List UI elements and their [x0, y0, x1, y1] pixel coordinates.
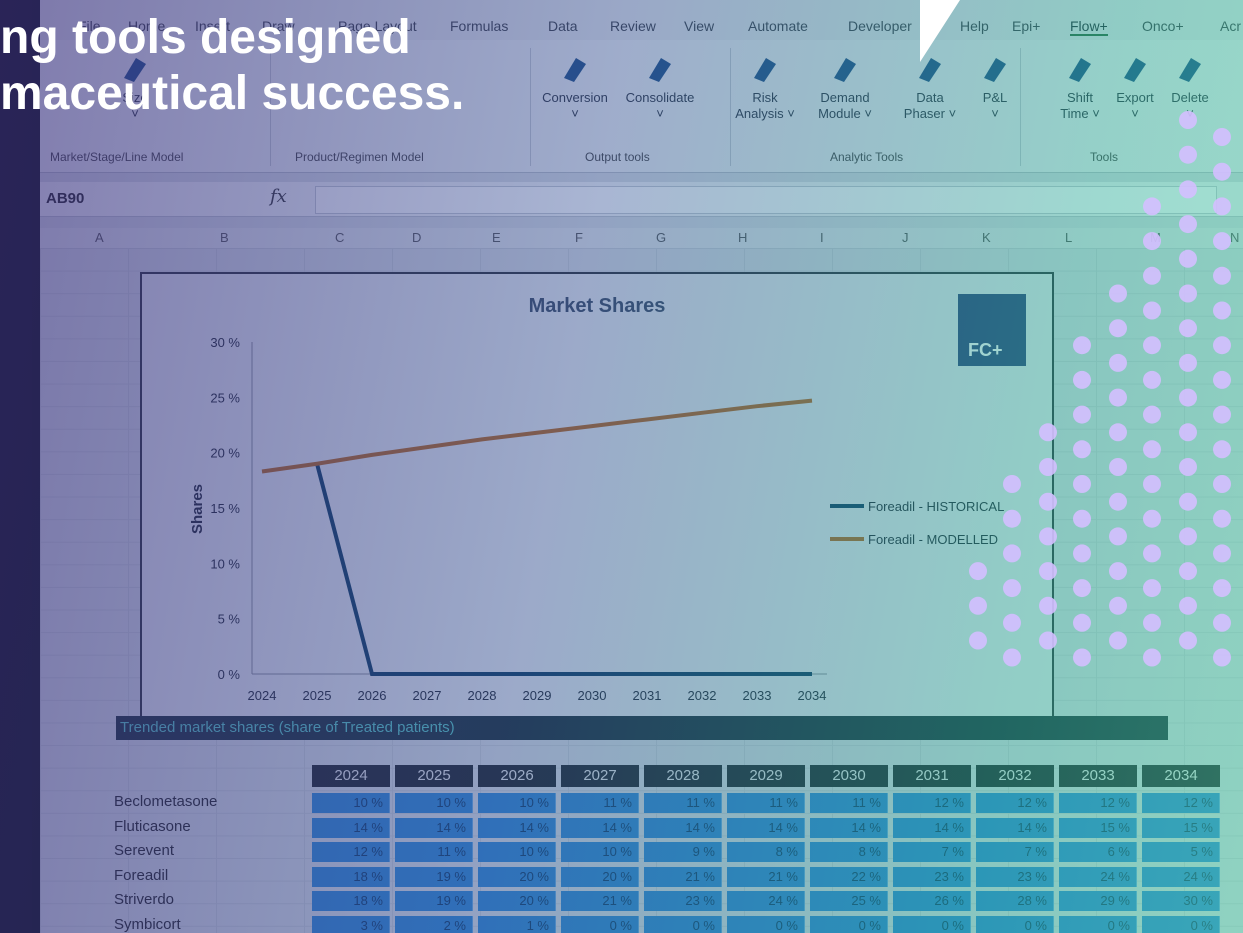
decor-dot	[1213, 579, 1231, 598]
decor-dot	[1143, 197, 1161, 216]
decor-dot	[1143, 370, 1161, 389]
decor-dot	[1073, 544, 1091, 563]
promo-image: File Home Insert Draw Page Layout Formulas Dat…	[0, 0, 1243, 933]
decor-dot	[1179, 215, 1197, 234]
decor-dot	[1039, 492, 1057, 511]
decor-dot	[1213, 475, 1231, 493]
decor-dot	[1109, 388, 1127, 407]
decor-dot	[1003, 648, 1021, 667]
headline: ng tools designed maceutical success.	[0, 10, 464, 122]
decor-dot	[1003, 475, 1021, 493]
decor-dot	[1179, 492, 1197, 511]
decor-dot	[1003, 509, 1021, 528]
decor-dot	[1213, 613, 1231, 632]
decor-dot	[1179, 249, 1197, 268]
decor-dot	[1143, 405, 1161, 424]
decor-dot	[969, 562, 987, 581]
decor-dot	[1213, 128, 1231, 146]
decor-dot	[1213, 197, 1231, 216]
decor-dot	[1003, 613, 1021, 632]
decor-dot	[1073, 509, 1091, 528]
decor-dot	[969, 596, 987, 615]
decor-dot	[1073, 613, 1091, 632]
decor-dot	[1109, 562, 1127, 581]
decor-dot	[1109, 492, 1127, 511]
decor-dot	[1109, 353, 1127, 372]
decor-dot	[1179, 353, 1197, 372]
decor-dot	[1179, 423, 1197, 442]
decor-dot	[1109, 458, 1127, 476]
decor-dot	[1143, 440, 1161, 459]
decor-dot	[1213, 370, 1231, 389]
decor-dot	[1179, 527, 1197, 546]
decor-dot	[1179, 319, 1197, 338]
decor-dot	[1179, 458, 1197, 476]
decor-dot	[1109, 319, 1127, 338]
decor-dot	[1073, 579, 1091, 598]
decor-dot	[1073, 648, 1091, 667]
decor-dot	[1213, 648, 1231, 667]
dot-pattern	[969, 111, 1231, 667]
decor-dot	[1179, 596, 1197, 615]
decor-dot	[1213, 232, 1231, 251]
decor-dot	[1213, 301, 1231, 320]
decor-dot	[1039, 423, 1057, 442]
decor-dot	[1143, 613, 1161, 632]
decor-dot	[1213, 509, 1231, 528]
decor-dot	[1143, 509, 1161, 528]
decor-dot	[1213, 266, 1231, 285]
decor-dot	[1179, 284, 1197, 303]
decor-dot	[1003, 544, 1021, 563]
decor-dot	[1109, 631, 1127, 650]
decor-dot	[1143, 266, 1161, 285]
decor-dot	[1143, 336, 1161, 355]
decor-dot	[1143, 232, 1161, 251]
decor-dot	[1039, 458, 1057, 476]
decor-dot	[1109, 423, 1127, 442]
decor-dot	[1179, 631, 1197, 650]
decor-dot	[969, 631, 987, 650]
decor-dot	[1179, 562, 1197, 581]
headline-line-2: maceutical success.	[0, 67, 465, 120]
decor-dot	[1039, 527, 1057, 546]
decor-dot	[1143, 648, 1161, 667]
decor-dot	[1039, 631, 1057, 650]
decor-dot	[1213, 440, 1231, 459]
decor-dot	[1179, 145, 1197, 164]
decor-dot	[1073, 405, 1091, 424]
decor-dot	[1073, 440, 1091, 459]
decor-dot	[1073, 370, 1091, 389]
decor-dot	[1213, 405, 1231, 424]
headline-line-1: ng tools designed	[0, 11, 411, 64]
decor-dot	[1143, 579, 1161, 598]
decor-dot	[1143, 475, 1161, 493]
pointer-arrow-icon	[920, 0, 960, 62]
decor-dot	[1003, 579, 1021, 598]
decor-dot	[1109, 527, 1127, 546]
decor-dot	[1179, 111, 1197, 129]
decor-dot	[1213, 336, 1231, 355]
decor-dot	[1143, 544, 1161, 563]
decor-dot	[1039, 596, 1057, 615]
decor-dot	[1039, 562, 1057, 581]
decor-dot	[1073, 475, 1091, 493]
decor-dot	[1213, 544, 1231, 563]
decor-dot	[1179, 180, 1197, 199]
decor-dot	[1073, 336, 1091, 355]
decor-dot	[1109, 596, 1127, 615]
decor-dot	[1143, 301, 1161, 320]
decor-dot	[1109, 284, 1127, 303]
decor-dot	[1213, 162, 1231, 181]
decor-dot	[1179, 388, 1197, 407]
